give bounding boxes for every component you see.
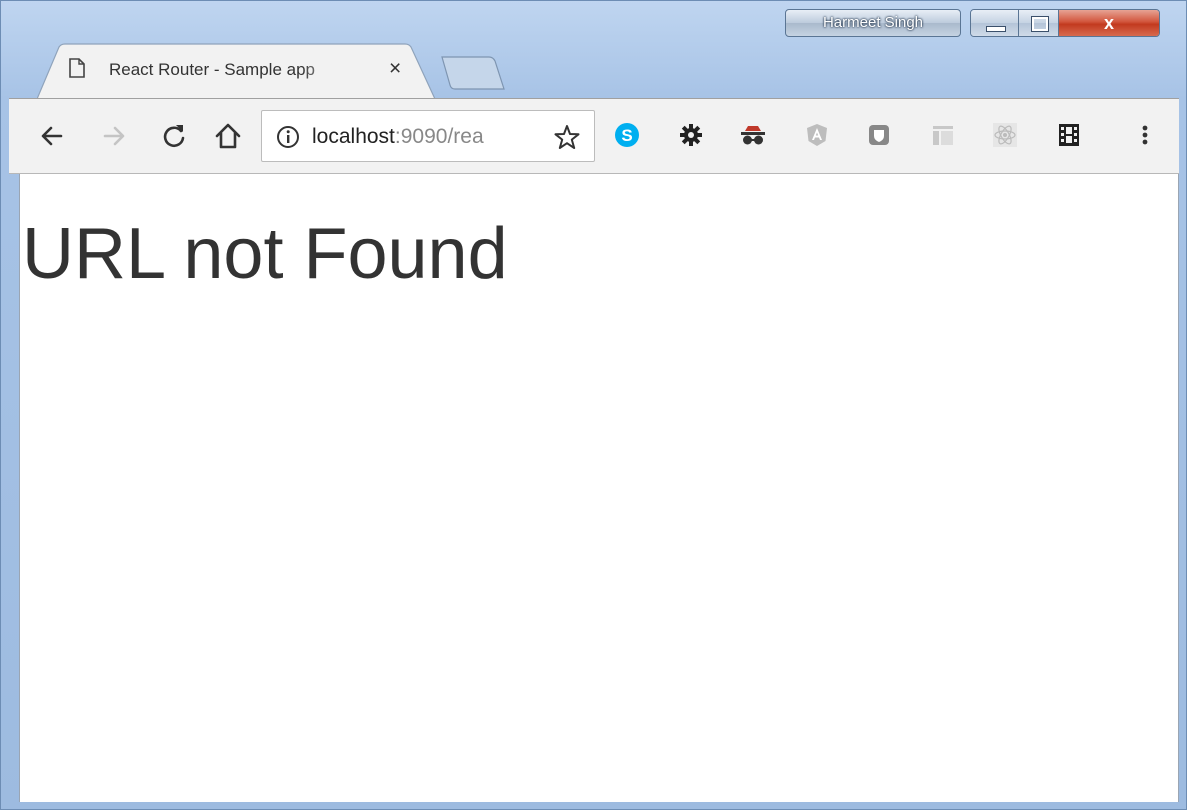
reload-icon[interactable] bbox=[159, 121, 189, 151]
shield-icon[interactable] bbox=[865, 121, 893, 149]
browser-window: Harmeet Singh x React Router - Sample ap… bbox=[0, 0, 1187, 810]
svg-text:S: S bbox=[621, 126, 632, 145]
maximize-button[interactable] bbox=[1019, 10, 1059, 36]
tab-title: React Router - Sample app bbox=[109, 60, 315, 79]
skype-icon[interactable]: S bbox=[613, 121, 641, 149]
browser-toolbar: localhost:9090/rea S bbox=[9, 98, 1179, 174]
page-content: URL not Found bbox=[19, 174, 1179, 802]
address-bar[interactable]: localhost:9090/rea bbox=[261, 110, 595, 162]
url-host: localhost bbox=[312, 125, 395, 148]
new-tab-button[interactable] bbox=[441, 56, 505, 95]
url-text[interactable]: localhost:9090/rea bbox=[312, 123, 530, 151]
minimize-button[interactable] bbox=[971, 10, 1019, 36]
react-icon[interactable] bbox=[991, 121, 1019, 149]
angular-icon[interactable] bbox=[803, 121, 831, 149]
close-window-button[interactable]: x bbox=[1059, 10, 1159, 36]
url-path: :9090/rea bbox=[394, 125, 484, 148]
gear-icon[interactable] bbox=[677, 121, 705, 149]
incognito-glasses-icon[interactable] bbox=[739, 121, 767, 149]
profile-button[interactable]: Harmeet Singh bbox=[785, 9, 961, 37]
kebab-menu-icon[interactable] bbox=[1135, 121, 1163, 149]
star-icon[interactable] bbox=[554, 124, 580, 155]
minimize-icon bbox=[986, 26, 1006, 32]
info-icon[interactable] bbox=[276, 125, 300, 154]
page-heading: URL not Found bbox=[22, 214, 508, 294]
maximize-icon bbox=[1031, 16, 1049, 32]
film-icon[interactable] bbox=[1055, 121, 1083, 149]
forward-arrow-icon[interactable] bbox=[99, 121, 129, 151]
window-controls: x bbox=[970, 9, 1160, 37]
back-arrow-icon[interactable] bbox=[37, 121, 67, 151]
tab-close-icon[interactable]: × bbox=[389, 58, 409, 80]
table-icon[interactable] bbox=[929, 121, 957, 149]
home-icon[interactable] bbox=[213, 121, 243, 151]
tab-react-router[interactable]: React Router - Sample app × bbox=[37, 43, 437, 99]
